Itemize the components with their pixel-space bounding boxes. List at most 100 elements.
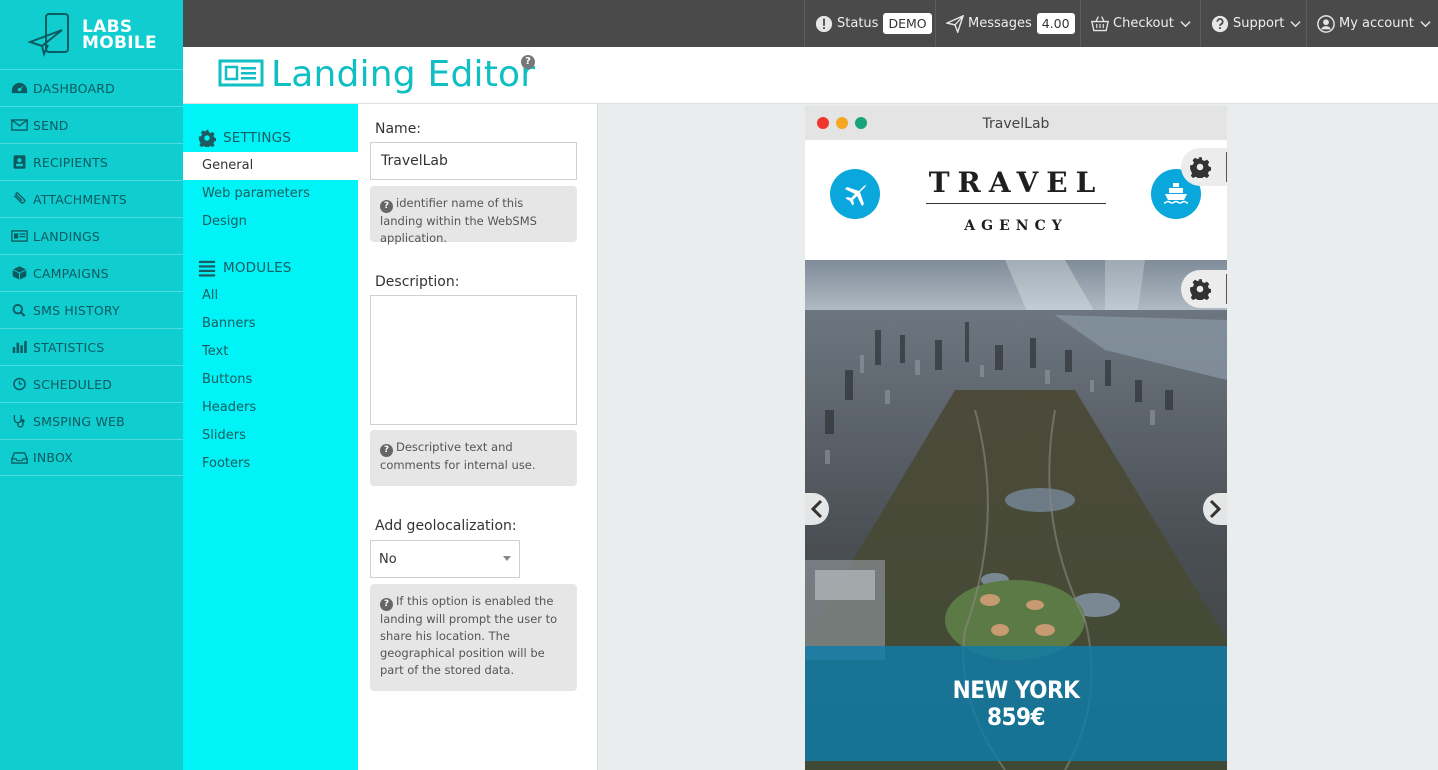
nav-label: CAMPAIGNS (33, 265, 109, 281)
messages-indicator[interactable]: Messages 4.00 (935, 0, 1080, 47)
checkout-label: Checkout (1113, 16, 1174, 31)
landing-header-module[interactable]: TRAVEL AGENCY (805, 140, 1227, 260)
name-input[interactable]: TravelLab (370, 142, 577, 180)
nav-item-statistics[interactable]: STATISTICS (0, 328, 183, 365)
nav-label: RECIPIENTS (33, 154, 109, 170)
settings-title: SETTINGS (223, 130, 292, 146)
nav-item-scheduled[interactable]: SCHEDULED (0, 365, 183, 402)
logo[interactable]: LABS MOBILE (0, 0, 183, 69)
logo-line-2: MOBILE (82, 32, 157, 53)
question-icon: ? (380, 598, 393, 611)
caret-down-icon (503, 556, 511, 561)
nav-label: SMS HISTORY (33, 302, 120, 318)
inbox-icon (9, 451, 29, 465)
nav-item-inbox[interactable]: INBOX (0, 439, 183, 476)
stethoscope-icon (9, 414, 29, 428)
module-settings-button[interactable] (1181, 270, 1227, 308)
page-header: Landing Editor ? (183, 47, 1438, 104)
nav-item-landings[interactable]: LANDINGS (0, 217, 183, 254)
top-bar: Status DEMO Messages 4.00 Checkout Suppo… (183, 0, 1438, 47)
account-label: My account (1339, 16, 1414, 31)
settings-section-title: SETTINGS (183, 128, 358, 148)
user-icon (1317, 14, 1335, 33)
nav-item-dashboard[interactable]: DASHBOARD (0, 69, 183, 106)
chevron-down-icon (1180, 21, 1191, 28)
newspaper-icon (9, 229, 29, 243)
module-item-banners[interactable]: Banners (183, 310, 358, 338)
sidebar: LABS MOBILE DASHBOARD SEND RECIPIENTS AT… (0, 0, 183, 770)
nav-item-send[interactable]: SEND (0, 106, 183, 143)
logo-text: LABS MOBILE (82, 18, 157, 53)
paperclip-icon (9, 192, 29, 206)
messages-count-badge: 4.00 (1036, 13, 1075, 34)
preview-window-title: TravelLab (982, 116, 1050, 132)
slider-next-button[interactable] (1203, 493, 1227, 525)
chevron-down-icon (1290, 21, 1301, 28)
airplane-icon (830, 169, 880, 219)
messages-label: Messages (968, 16, 1032, 31)
support-label: Support (1233, 16, 1285, 31)
brand-title: TRAVEL (928, 166, 1104, 199)
nav-label: ATTACHMENTS (33, 191, 127, 207)
description-help-box: ? Descriptive text and comments for inter… (370, 430, 577, 486)
support-menu[interactable]: Support (1200, 0, 1306, 47)
nav-label: SCHEDULED (33, 376, 113, 392)
name-help-box: ? identifier name of this landing within … (370, 186, 577, 245)
nav-item-recipients[interactable]: RECIPIENTS (0, 143, 183, 180)
modules-section-title: MODULES (183, 258, 358, 278)
nav-label: SEND (33, 117, 69, 133)
dashboard-icon (9, 81, 29, 95)
module-item-headers[interactable]: Headers (183, 394, 358, 422)
gear-icon (1190, 157, 1211, 178)
module-item-text[interactable]: Text (183, 338, 358, 366)
status-indicator[interactable]: Status DEMO (804, 0, 935, 47)
landing-preview-window: TravelLab TRAVEL AGENCY NEW YORK 859€ (805, 106, 1227, 770)
module-item-all[interactable]: All (183, 282, 358, 310)
search-icon (9, 303, 29, 317)
module-item-sliders[interactable]: Sliders (183, 422, 358, 450)
module-item-buttons[interactable]: Buttons (183, 366, 358, 394)
geolocalization-label: Add geolocalization: (375, 518, 517, 534)
list-icon (198, 260, 216, 277)
chevron-left-icon (810, 499, 823, 519)
nav-item-campaigns[interactable]: CAMPAIGNS (0, 254, 183, 291)
menu-item-general[interactable]: General (183, 152, 358, 180)
menu-item-design[interactable]: Design (183, 208, 358, 236)
description-textarea[interactable] (370, 295, 577, 425)
module-item-footers[interactable]: Footers (183, 450, 358, 478)
question-icon: ? (380, 444, 393, 457)
module-settings-button[interactable] (1181, 148, 1227, 186)
cube-icon (9, 266, 29, 280)
account-menu[interactable]: My account (1306, 0, 1438, 47)
menu-item-web-parameters[interactable]: Web parameters (183, 180, 358, 208)
slide-caption: NEW YORK 859€ (805, 646, 1227, 761)
bar-chart-icon (9, 340, 29, 354)
modules-title: MODULES (223, 260, 292, 276)
newspaper-icon (218, 59, 264, 87)
slide-city: NEW YORK (952, 675, 1080, 704)
nav-label: SMSPING WEB (33, 413, 125, 429)
gear-icon (1190, 279, 1211, 300)
contact-card-icon (9, 155, 29, 169)
geolocalization-select[interactable]: No (370, 540, 520, 578)
slide-price: 859€ (986, 702, 1046, 731)
name-help-text: identifier name of this landing within t… (380, 196, 537, 245)
description-help-text: Descriptive text and comments for intern… (380, 440, 536, 472)
nav-item-smsping-web[interactable]: SMSPING WEB (0, 402, 183, 439)
question-icon: ? (380, 200, 393, 213)
nav-label: INBOX (33, 450, 73, 465)
gear-icon (198, 129, 216, 147)
geolocalization-help-box: ? If this option is enabled the landing w… (370, 584, 577, 691)
general-settings-form: Name: TravelLab ? identifier name of this… (358, 104, 598, 770)
description-label: Description: (375, 274, 460, 290)
clock-icon (9, 377, 29, 391)
brand-divider (926, 203, 1106, 204)
nav-item-sms-history[interactable]: SMS HISTORY (0, 291, 183, 328)
checkout-menu[interactable]: Checkout (1080, 0, 1200, 47)
nav-label: LANDINGS (33, 228, 101, 244)
chevron-right-icon (1209, 499, 1222, 519)
slider-module[interactable]: NEW YORK 859€ (805, 260, 1227, 770)
nav-item-attachments[interactable]: ATTACHMENTS (0, 180, 183, 217)
help-icon[interactable]: ? (521, 55, 535, 69)
preview-title-bar: TravelLab (805, 106, 1227, 140)
